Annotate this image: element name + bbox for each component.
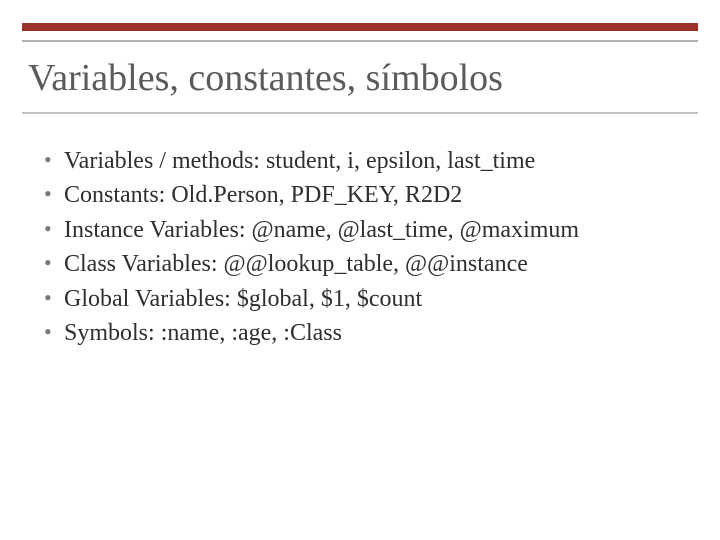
bullet-list: Variables / methods: student, i, epsilon… xyxy=(44,145,676,349)
list-item: Instance Variables: @name, @last_time, @… xyxy=(44,214,676,246)
slide-body: Variables / methods: student, i, epsilon… xyxy=(44,145,676,351)
top-rule xyxy=(22,40,698,42)
list-item: Constants: Old.Person, PDF_KEY, R2D2 xyxy=(44,179,676,211)
list-item: Class Variables: @@lookup_table, @@insta… xyxy=(44,248,676,280)
title-underline xyxy=(22,112,698,114)
list-item: Symbols: :name, :age, :Class xyxy=(44,317,676,349)
accent-bar xyxy=(22,23,698,31)
slide: Variables, constantes, símbolos Variable… xyxy=(0,0,720,540)
list-item: Global Variables: $global, $1, $count xyxy=(44,283,676,315)
slide-title: Variables, constantes, símbolos xyxy=(28,58,692,100)
list-item: Variables / methods: student, i, epsilon… xyxy=(44,145,676,177)
